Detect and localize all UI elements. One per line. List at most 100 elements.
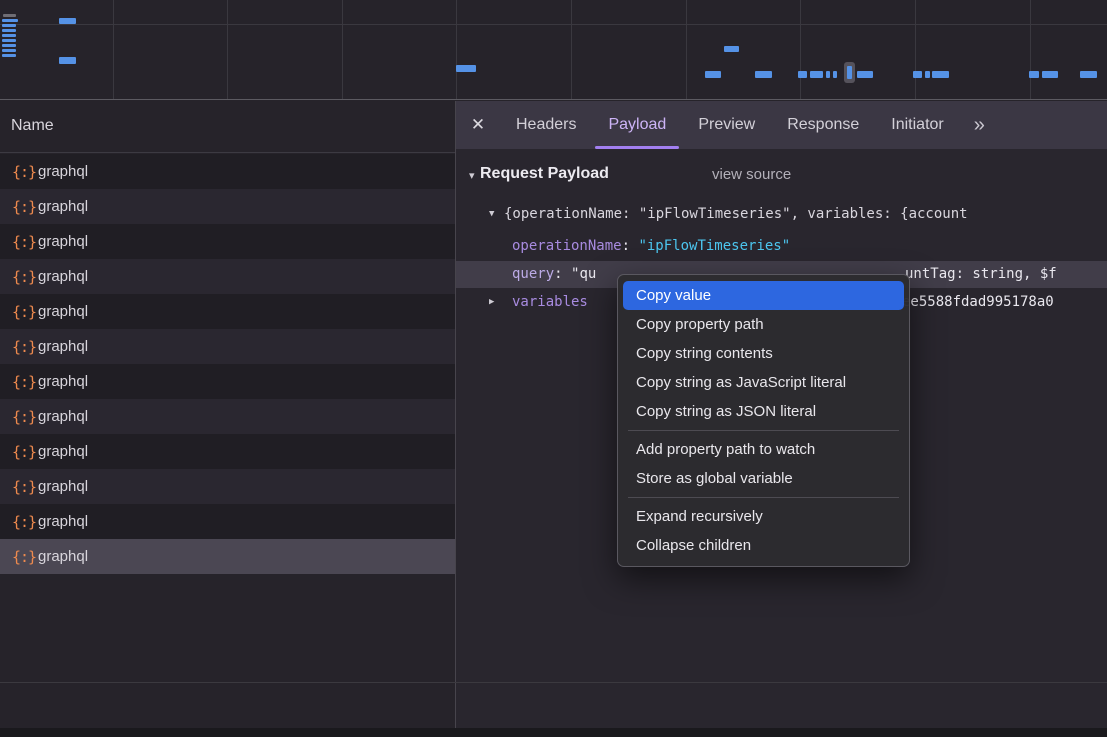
property-key: query bbox=[512, 266, 554, 282]
waterfall-bar[interactable] bbox=[925, 71, 930, 78]
request-name: graphql bbox=[38, 443, 88, 460]
waterfall-bar[interactable] bbox=[833, 71, 837, 78]
timeline-gridline bbox=[915, 0, 916, 99]
footer-divider bbox=[0, 682, 1107, 683]
waterfall-bar[interactable] bbox=[2, 44, 16, 47]
waterfall-bar[interactable] bbox=[1042, 71, 1058, 78]
property-value: "ipFlowTimeseries" bbox=[638, 238, 790, 254]
request-row[interactable]: {:}graphql bbox=[0, 434, 455, 469]
payload-root-row[interactable]: ▼ {operationName: "ipFlowTimeseries", va… bbox=[456, 201, 1107, 228]
panel-split-divider[interactable] bbox=[455, 101, 456, 737]
waterfall-bar[interactable] bbox=[2, 49, 16, 52]
waterfall-bar[interactable] bbox=[810, 71, 823, 78]
waterfall-bar[interactable] bbox=[755, 71, 772, 78]
waterfall-bar[interactable] bbox=[724, 46, 739, 52]
tab-headers[interactable]: Headers bbox=[500, 101, 592, 149]
json-braces-icon: {:} bbox=[12, 513, 38, 531]
waterfall-bar[interactable] bbox=[857, 71, 873, 78]
waterfall-bar[interactable] bbox=[2, 39, 16, 42]
request-name: graphql bbox=[38, 338, 88, 355]
property-key: operationName bbox=[512, 238, 622, 254]
tab-preview[interactable]: Preview bbox=[682, 101, 771, 149]
waterfall-bar[interactable] bbox=[826, 71, 830, 78]
waterfall-bar[interactable] bbox=[705, 71, 721, 78]
tab-initiator[interactable]: Initiator bbox=[875, 101, 959, 149]
menu-separator bbox=[628, 497, 899, 498]
timeline-gridline bbox=[1030, 0, 1031, 99]
tab-payload[interactable]: Payload bbox=[592, 101, 682, 149]
tab-response[interactable]: Response bbox=[771, 101, 875, 149]
root-collapse-icon[interactable]: ▼ bbox=[489, 201, 494, 228]
property-key: variables bbox=[512, 294, 588, 310]
menu-item-store-as-global-variable[interactable]: Store as global variable bbox=[618, 464, 909, 493]
request-row[interactable]: {:}graphql bbox=[0, 329, 455, 364]
menu-item-add-property-path-to-watch[interactable]: Add property path to watch bbox=[618, 435, 909, 464]
request-list: {:}graphql{:}graphql{:}graphql{:}graphql… bbox=[0, 154, 455, 574]
waterfall-bar[interactable] bbox=[913, 71, 922, 78]
context-menu: Copy valueCopy property pathCopy string … bbox=[617, 274, 910, 567]
timeline-gridline bbox=[686, 0, 687, 99]
waterfall-bar[interactable] bbox=[932, 71, 949, 78]
menu-item-copy-property-path[interactable]: Copy property path bbox=[618, 310, 909, 339]
request-name: graphql bbox=[38, 303, 88, 320]
menu-item-copy-string-as-json-literal[interactable]: Copy string as JSON literal bbox=[618, 397, 909, 426]
request-row[interactable]: {:}graphql bbox=[0, 469, 455, 504]
menu-item-copy-value[interactable]: Copy value bbox=[623, 281, 904, 310]
request-row[interactable]: {:}graphql bbox=[0, 539, 455, 574]
request-row[interactable]: {:}graphql bbox=[0, 399, 455, 434]
json-braces-icon: {:} bbox=[12, 548, 38, 566]
request-name: graphql bbox=[38, 513, 88, 530]
menu-item-expand-recursively[interactable]: Expand recursively bbox=[618, 502, 909, 531]
json-braces-icon: {:} bbox=[12, 478, 38, 496]
variables-expand-icon[interactable]: ▶ bbox=[489, 289, 494, 316]
waterfall-bar[interactable] bbox=[59, 57, 76, 64]
waterfall-bar[interactable] bbox=[2, 24, 16, 27]
request-name: graphql bbox=[38, 478, 88, 495]
json-braces-icon: {:} bbox=[12, 373, 38, 391]
request-row[interactable]: {:}graphql bbox=[0, 504, 455, 539]
waterfall-bar[interactable] bbox=[1029, 71, 1039, 78]
json-braces-icon: {:} bbox=[12, 198, 38, 216]
request-row[interactable]: {:}graphql bbox=[0, 364, 455, 399]
waterfall-bar[interactable] bbox=[456, 65, 476, 72]
timeline-gridline bbox=[113, 0, 114, 99]
section-title: Request Payload bbox=[480, 165, 609, 183]
hovered-request-marker[interactable] bbox=[844, 62, 855, 83]
menu-item-copy-string-contents[interactable]: Copy string contents bbox=[618, 339, 909, 368]
waterfall-bar bbox=[847, 66, 852, 79]
waterfall-bar[interactable] bbox=[2, 19, 18, 22]
waterfall-bar[interactable] bbox=[1080, 71, 1097, 78]
waterfall-bar[interactable] bbox=[798, 71, 807, 78]
screenshot-stage: Name {:}graphql{:}graphql{:}graphql{:}gr… bbox=[0, 0, 1110, 740]
request-row[interactable]: {:}graphql bbox=[0, 224, 455, 259]
view-source-link[interactable]: view source bbox=[712, 166, 791, 183]
payload-row-operation-name[interactable]: operationName: "ipFlowTimeseries" bbox=[456, 233, 1107, 260]
close-detail-icon[interactable]: ✕ bbox=[456, 115, 500, 135]
request-row[interactable]: {:}graphql bbox=[0, 189, 455, 224]
json-braces-icon: {:} bbox=[12, 163, 38, 181]
request-row[interactable]: {:}graphql bbox=[0, 294, 455, 329]
menu-item-copy-string-as-javascript-literal[interactable]: Copy string as JavaScript literal bbox=[618, 368, 909, 397]
request-row[interactable]: {:}graphql bbox=[0, 154, 455, 189]
menu-item-collapse-children[interactable]: Collapse children bbox=[618, 531, 909, 560]
waterfall-bar[interactable] bbox=[2, 29, 16, 32]
request-name: graphql bbox=[38, 408, 88, 425]
waterfall-bar[interactable] bbox=[3, 14, 16, 17]
network-overview-timeline[interactable] bbox=[0, 0, 1107, 100]
waterfall-bar[interactable] bbox=[59, 18, 76, 24]
timeline-gridline bbox=[227, 0, 228, 99]
request-name: graphql bbox=[38, 163, 88, 180]
tab-label: Payload bbox=[608, 116, 666, 134]
json-braces-icon: {:} bbox=[12, 303, 38, 321]
name-column-header[interactable]: Name bbox=[0, 101, 455, 153]
waterfall-bar[interactable] bbox=[2, 54, 16, 57]
waterfall-bar[interactable] bbox=[2, 34, 16, 37]
request-row[interactable]: {:}graphql bbox=[0, 259, 455, 294]
more-tabs-icon[interactable]: » bbox=[974, 114, 985, 137]
name-column-label: Name bbox=[11, 117, 54, 135]
property-value-right-fragment: untTag: string, $f bbox=[905, 261, 1057, 288]
timeline-gridline bbox=[800, 0, 801, 99]
section-collapse-icon[interactable]: ▾ bbox=[469, 169, 475, 182]
request-name: graphql bbox=[38, 268, 88, 285]
request-name: graphql bbox=[38, 548, 88, 565]
